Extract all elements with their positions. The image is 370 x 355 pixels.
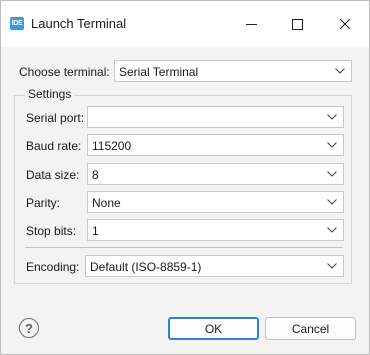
stop-bits-select[interactable]: 1 <box>87 219 344 241</box>
ide-app-icon: IDE <box>10 17 24 30</box>
encoding-value: Default (ISO-8859-1) <box>90 260 202 274</box>
chevron-down-icon <box>327 142 337 148</box>
close-icon <box>339 18 351 30</box>
encoding-select[interactable]: Default (ISO-8859-1) <box>85 255 344 277</box>
stop-bits-label: Stop bits: <box>26 224 77 238</box>
choose-terminal-value: Serial Terminal <box>119 65 199 79</box>
maximize-button[interactable] <box>275 9 319 39</box>
title-bar[interactable]: IDE Launch Terminal <box>1 1 369 47</box>
minimize-button[interactable] <box>229 9 273 39</box>
chevron-down-icon <box>327 227 337 233</box>
serial-port-select[interactable] <box>87 106 344 128</box>
ok-button[interactable]: OK <box>168 317 259 340</box>
maximize-icon <box>291 18 303 30</box>
window-title: Launch Terminal <box>31 16 127 31</box>
minimize-icon <box>245 23 257 25</box>
chevron-down-icon <box>327 171 337 177</box>
launch-terminal-dialog: IDE Launch Terminal Choose terminal: Ser… <box>0 0 370 355</box>
cancel-button[interactable]: Cancel <box>265 317 356 340</box>
data-size-value: 8 <box>92 168 99 182</box>
baud-rate-select[interactable]: 115200 <box>87 134 344 156</box>
choose-terminal-select[interactable]: Serial Terminal <box>114 60 352 82</box>
parity-select[interactable]: None <box>87 191 344 213</box>
encoding-label: Encoding: <box>26 260 80 274</box>
stop-bits-value: 1 <box>92 224 99 238</box>
serial-port-label: Serial port: <box>26 111 85 125</box>
choose-terminal-label: Choose terminal: <box>19 65 110 79</box>
data-size-label: Data size: <box>26 168 80 182</box>
parity-value: None <box>92 196 121 210</box>
baud-rate-label: Baud rate: <box>26 139 82 153</box>
settings-separator <box>25 247 343 248</box>
settings-group-title: Settings <box>25 87 75 101</box>
chevron-down-icon <box>327 263 337 269</box>
chevron-down-icon <box>335 68 345 74</box>
parity-label: Parity: <box>26 196 61 210</box>
chevron-down-icon <box>327 114 337 120</box>
baud-rate-value: 115200 <box>92 139 132 153</box>
chevron-down-icon <box>327 199 337 205</box>
data-size-select[interactable]: 8 <box>87 163 344 185</box>
close-button[interactable] <box>323 9 367 39</box>
help-icon[interactable]: ? <box>19 318 39 338</box>
